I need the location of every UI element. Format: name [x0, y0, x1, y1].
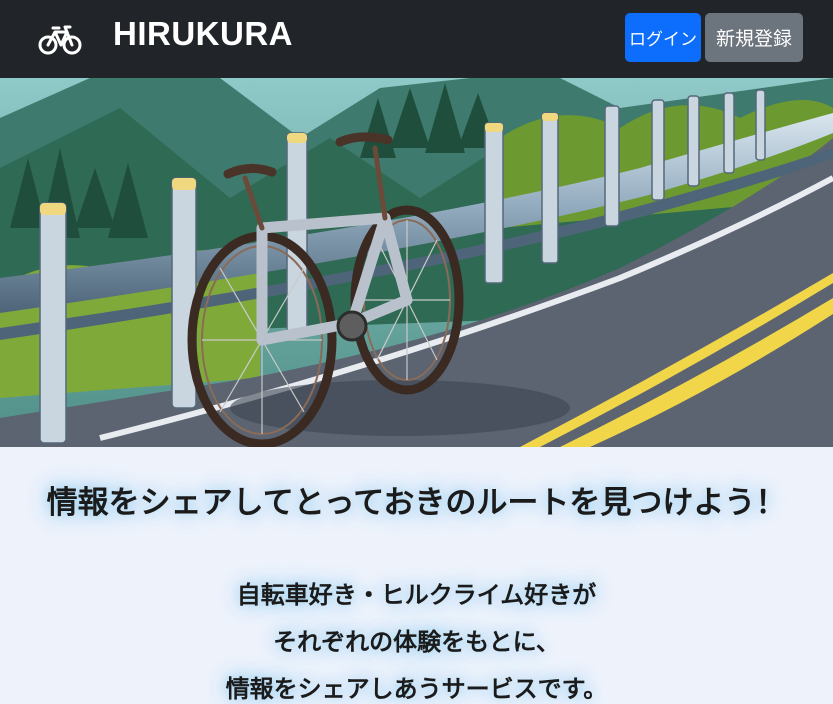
intro-line: それぞれの体験をもとに、 [273, 628, 560, 656]
intro-headline: 情報をシェアしてとっておきのルートを見つけよう！ [46, 485, 787, 521]
brand-name[interactable]: HIRUKURA [113, 15, 293, 53]
road-bicycle-illustration [0, 78, 833, 447]
bicycle-icon[interactable] [38, 22, 82, 56]
intro-line: 自転車好き・ヒルクライム好きが [236, 581, 597, 609]
login-button[interactable]: ログイン [625, 13, 701, 62]
hero-image [0, 78, 833, 447]
signup-button[interactable]: 新規登録 [705, 13, 803, 62]
intro-line: 情報をシェアしあうサービスです。 [225, 675, 608, 703]
top-navbar: HIRUKURA ログイン 新規登録 [0, 0, 833, 78]
intro-section: 情報をシェアしてとっておきのルートを見つけよう！ 自転車好き・ヒルクライム好きが… [0, 447, 833, 703]
